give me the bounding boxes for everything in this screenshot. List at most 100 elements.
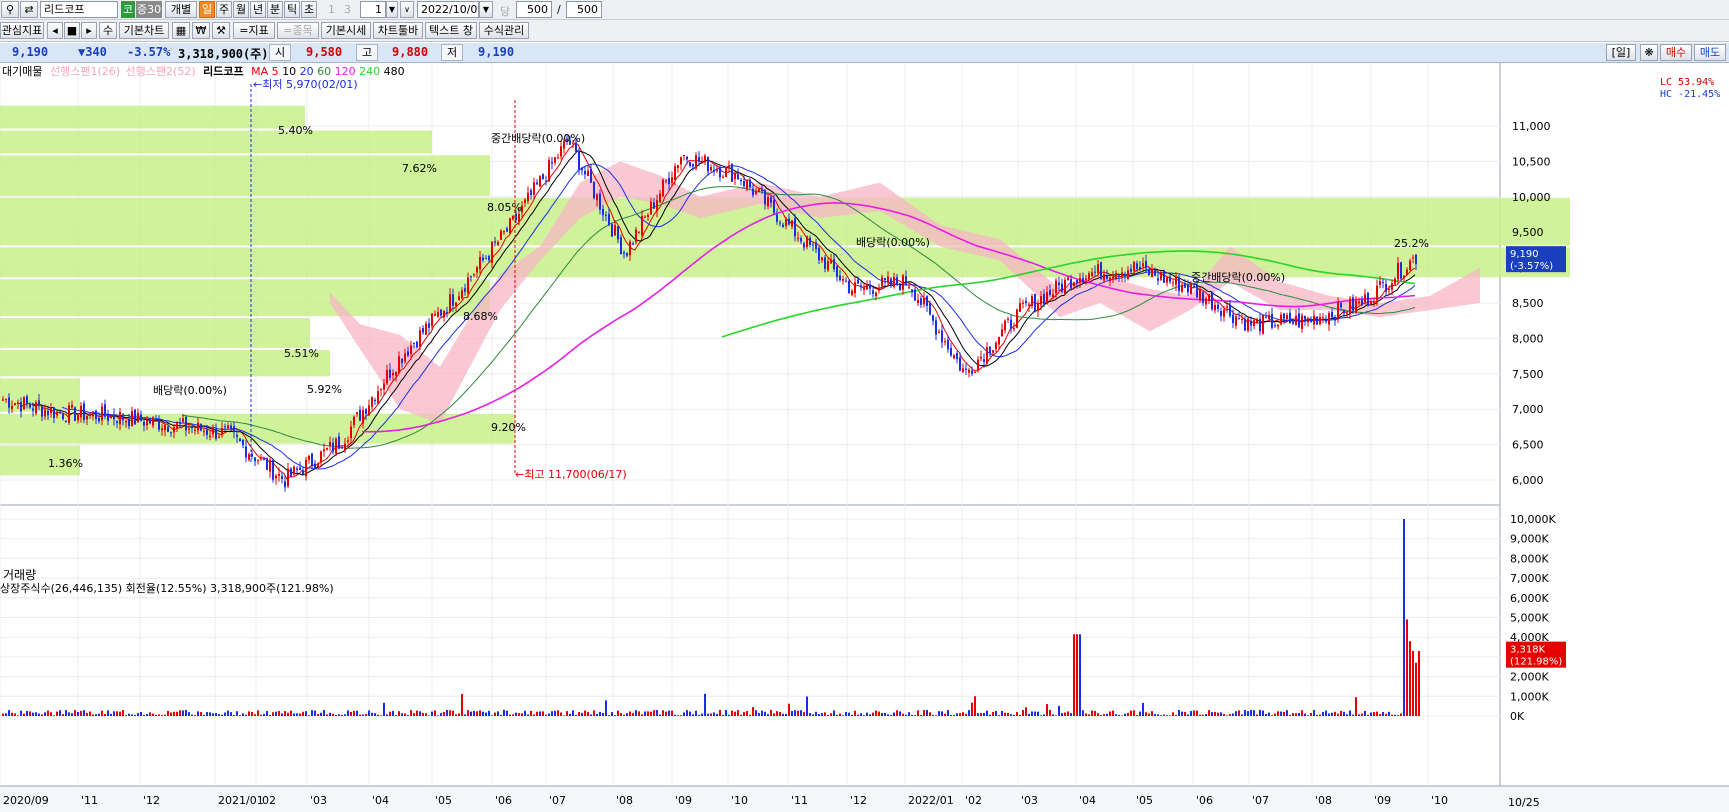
top-toolbar: ⚲ ⇄ 리드코프 코 증30 개별 일주월년분틱초 1 3 1 ▼ ∨ 2022… — [0, 0, 1729, 20]
price-volume-chart[interactable]: 2020/09'11'12 2021/01'02'03'04'05'06'07'0… — [0, 63, 1729, 812]
candle-body — [587, 170, 589, 177]
volume-bar — [224, 712, 226, 716]
buy-button[interactable]: 매수 — [1660, 44, 1692, 61]
text-window-button[interactable]: 텍스트 창 — [425, 22, 477, 39]
volume-bar — [542, 711, 544, 716]
date-dropdown-icon[interactable]: ▼ — [479, 1, 493, 18]
period-tab-2[interactable]: 월 — [233, 1, 249, 18]
volume-bar — [806, 696, 808, 716]
volume-bar — [920, 714, 922, 716]
volume-bar — [362, 714, 364, 716]
mode-button[interactable]: 개별 — [165, 1, 197, 18]
period-tab-3[interactable]: 년 — [250, 1, 266, 18]
volume-bar — [917, 710, 919, 716]
chart-type-icon[interactable]: ▦ — [172, 22, 190, 39]
volume-bar — [137, 713, 139, 716]
search-icon[interactable]: ⚲ — [1, 1, 19, 18]
volume-bar — [827, 715, 829, 716]
count-input[interactable]: 1 — [360, 1, 386, 18]
volume-bar — [1118, 714, 1120, 716]
candle-body — [368, 405, 370, 416]
period-tab-4[interactable]: 분 — [267, 1, 283, 18]
volume-bar — [1406, 619, 1408, 716]
stock-name-input[interactable]: 리드코프 — [40, 1, 118, 18]
volume-bar — [614, 715, 616, 716]
range-end-input[interactable]: 500 — [566, 1, 602, 18]
small-num-2[interactable]: 3 — [344, 3, 351, 16]
volume-bar — [434, 710, 436, 716]
volume-bar — [1316, 714, 1318, 716]
volume-bar — [29, 711, 31, 716]
volume-bar — [1034, 711, 1036, 716]
candle-body — [611, 224, 613, 237]
volume-bar — [329, 712, 331, 716]
basic-chart-button[interactable]: 기본차트 — [119, 22, 169, 39]
period-day-button[interactable]: [일] — [1606, 44, 1636, 61]
count-stepper-icon[interactable]: ▼ — [386, 1, 398, 18]
low-label: 저 — [441, 44, 463, 61]
su-button[interactable]: 수 — [99, 22, 117, 39]
volume-bar — [752, 707, 754, 716]
volume-tick-label: 2,000K — [1510, 671, 1549, 684]
candle-body — [236, 434, 238, 437]
volume-bar — [725, 709, 727, 716]
candle-body — [662, 179, 664, 197]
period-tab-6[interactable]: 초 — [301, 1, 317, 18]
next-icon[interactable]: ▸ — [81, 22, 97, 39]
volume-bar — [1211, 712, 1213, 716]
candle-body — [1052, 294, 1054, 298]
refresh-icon[interactable]: ⇄ — [20, 1, 38, 18]
prev-first-icon[interactable]: ◂ — [47, 22, 63, 39]
period-tab-1[interactable]: 주 — [216, 1, 232, 18]
candle-body — [314, 463, 316, 468]
stock-add-button[interactable]: =종목 — [277, 22, 319, 39]
candle-body — [485, 258, 487, 260]
volume-bar — [215, 712, 217, 716]
volume-bar — [644, 711, 646, 716]
period-tab-5[interactable]: 틱 — [284, 1, 300, 18]
index-badge: 증30 — [136, 1, 162, 18]
period-tab-0[interactable]: 일 — [199, 1, 215, 18]
volume-bar — [1289, 714, 1291, 716]
volume-bar — [467, 710, 469, 716]
basic-quote-button[interactable]: 기본시세 — [321, 22, 371, 39]
candle-body — [1367, 292, 1369, 306]
candle-body — [728, 165, 730, 168]
candle-body — [437, 312, 439, 317]
indicator-add-button[interactable]: =지표 — [233, 22, 275, 39]
candle-body — [431, 313, 433, 327]
ma-legend-10: 10 — [278, 65, 297, 78]
candle-body — [815, 242, 817, 250]
sell-button[interactable]: 매도 — [1694, 44, 1726, 61]
volume-bar — [779, 712, 781, 716]
candle-body — [974, 372, 976, 374]
ma-legend-480: 480 — [380, 65, 405, 78]
watchlist-indicator-button[interactable]: 관심지표 — [0, 22, 44, 39]
candle-body — [581, 167, 583, 171]
candle-body — [1268, 315, 1270, 320]
dropdown-icon[interactable]: ∨ — [400, 1, 414, 18]
formula-manage-button[interactable]: 수식관리 — [479, 22, 529, 39]
volume-bar — [449, 710, 451, 716]
volume-bar — [959, 713, 961, 716]
volume-bar — [1352, 714, 1354, 716]
chart-toolbar-button[interactable]: 차트툴바 — [373, 22, 423, 39]
candle-body — [470, 276, 472, 278]
date-input[interactable]: 2022/10/01 — [417, 1, 479, 18]
tool-icon[interactable]: ⚒ — [212, 22, 230, 39]
small-num-1[interactable]: 1 — [328, 3, 335, 16]
volume-bar — [902, 713, 904, 716]
volume-bar — [14, 713, 16, 716]
volume-bar — [401, 713, 403, 716]
won-icon[interactable]: ₩ — [192, 22, 210, 39]
volume-bar — [275, 711, 277, 716]
pause-icon[interactable]: ■ — [64, 22, 80, 39]
range-start-input[interactable]: 500 — [516, 1, 552, 18]
volume-bar — [53, 715, 55, 716]
candle-body — [989, 346, 991, 354]
volume-bar — [116, 711, 118, 716]
candle-body — [284, 481, 286, 488]
candle-body — [44, 409, 46, 417]
candle-body — [443, 310, 445, 318]
settings-icon[interactable]: ❋ — [1640, 44, 1658, 61]
